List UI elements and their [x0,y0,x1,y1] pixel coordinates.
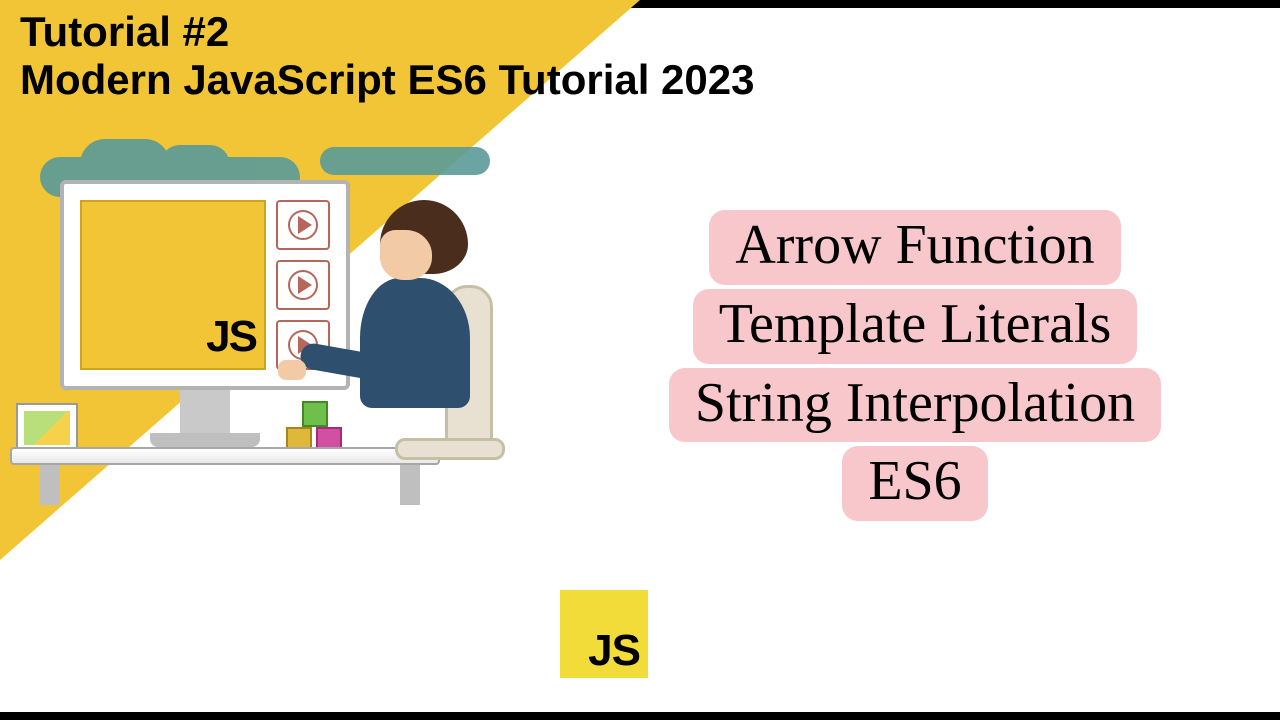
screen-js-label: JS [206,312,256,362]
illustration-scene: JS [10,145,510,505]
play-icon [276,260,330,310]
photo-frame [16,403,78,453]
topic-pill: String Interpolation [669,368,1161,443]
person-face [380,230,432,280]
topic-pill: ES6 [842,446,987,521]
desk-cube [302,401,328,427]
person-figure [340,200,510,500]
topic-pill: Template Literals [693,289,1138,364]
desk-leg [40,465,60,505]
play-icon [276,200,330,250]
cloud-shape [320,147,490,175]
monitor-stand-base [150,433,260,447]
heading-block: Tutorial #2 Modern JavaScript ES6 Tutori… [20,8,755,105]
monitor-stand [180,390,230,435]
topics-list: Arrow Function Template Literals String … [590,210,1240,521]
topic-pill: Arrow Function [709,210,1120,285]
heading-line-1: Tutorial #2 [20,8,755,56]
chair-seat [395,438,505,460]
person-hand [278,360,306,380]
heading-line-2: Modern JavaScript ES6 Tutorial 2023 [20,56,755,104]
letterbox-bottom [0,712,1280,720]
person-torso [360,278,470,408]
js-badge-label: JS [588,626,640,676]
monitor-main-panel: JS [80,200,266,370]
js-badge: JS [560,590,648,678]
